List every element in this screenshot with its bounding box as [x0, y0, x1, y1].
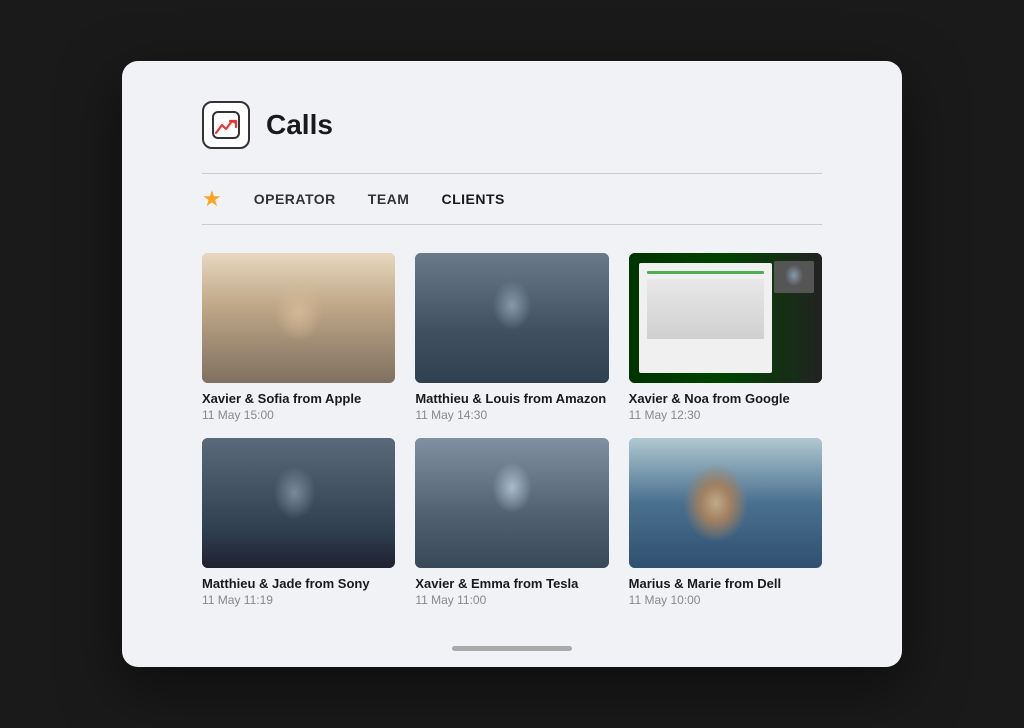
call-name-6: Marius & Marie from Dell	[629, 576, 822, 591]
call-name-4: Matthieu & Jade from Sony	[202, 576, 395, 591]
main-window: Calls ★ OPERATOR TEAM CLIENTS Xavier & S…	[122, 61, 902, 667]
call-date-1: 11 May 15:00	[202, 408, 395, 422]
call-thumbnail-6	[629, 438, 822, 568]
call-name-3: Xavier & Noa from Google	[629, 391, 822, 406]
call-thumbnail-2	[415, 253, 608, 383]
call-date-4: 11 May 11:19	[202, 593, 395, 607]
header-divider	[202, 173, 822, 174]
call-card-4[interactable]: Matthieu & Jade from Sony 11 May 11:19	[202, 438, 395, 607]
call-card-3[interactable]: Xavier & Noa from Google 11 May 12:30	[629, 253, 822, 422]
bottom-bar	[452, 646, 572, 651]
pip-preview	[774, 261, 814, 293]
call-thumbnail-4	[202, 438, 395, 568]
call-thumbnail-3	[629, 253, 822, 383]
call-name-5: Xavier & Emma from Tesla	[415, 576, 608, 591]
call-date-6: 11 May 10:00	[629, 593, 822, 607]
tab-clients[interactable]: CLIENTS	[441, 187, 504, 211]
call-thumbnail-1	[202, 253, 395, 383]
call-card-1[interactable]: Xavier & Sofia from Apple 11 May 15:00	[202, 253, 395, 422]
call-name-1: Xavier & Sofia from Apple	[202, 391, 395, 406]
calls-grid: Xavier & Sofia from Apple 11 May 15:00 M…	[202, 253, 822, 607]
tabs-divider	[202, 224, 822, 225]
call-card-6[interactable]: Marius & Marie from Dell 11 May 10:00	[629, 438, 822, 607]
call-card-2[interactable]: Matthieu & Louis from Amazon 11 May 14:3…	[415, 253, 608, 422]
call-date-2: 11 May 14:30	[415, 408, 608, 422]
page-title: Calls	[266, 109, 333, 141]
star-icon: ★	[202, 186, 222, 212]
call-name-2: Matthieu & Louis from Amazon	[415, 391, 608, 406]
app-header: Calls	[202, 101, 822, 149]
call-thumbnail-5	[415, 438, 608, 568]
tab-operator[interactable]: OPERATOR	[254, 187, 336, 211]
screen-share-preview	[639, 263, 772, 373]
app-icon	[202, 101, 250, 149]
tab-team[interactable]: TEAM	[368, 187, 410, 211]
tabs-bar: ★ OPERATOR TEAM CLIENTS	[202, 186, 822, 212]
call-card-5[interactable]: Xavier & Emma from Tesla 11 May 11:00	[415, 438, 608, 607]
call-date-3: 11 May 12:30	[629, 408, 822, 422]
call-date-5: 11 May 11:00	[415, 593, 608, 607]
